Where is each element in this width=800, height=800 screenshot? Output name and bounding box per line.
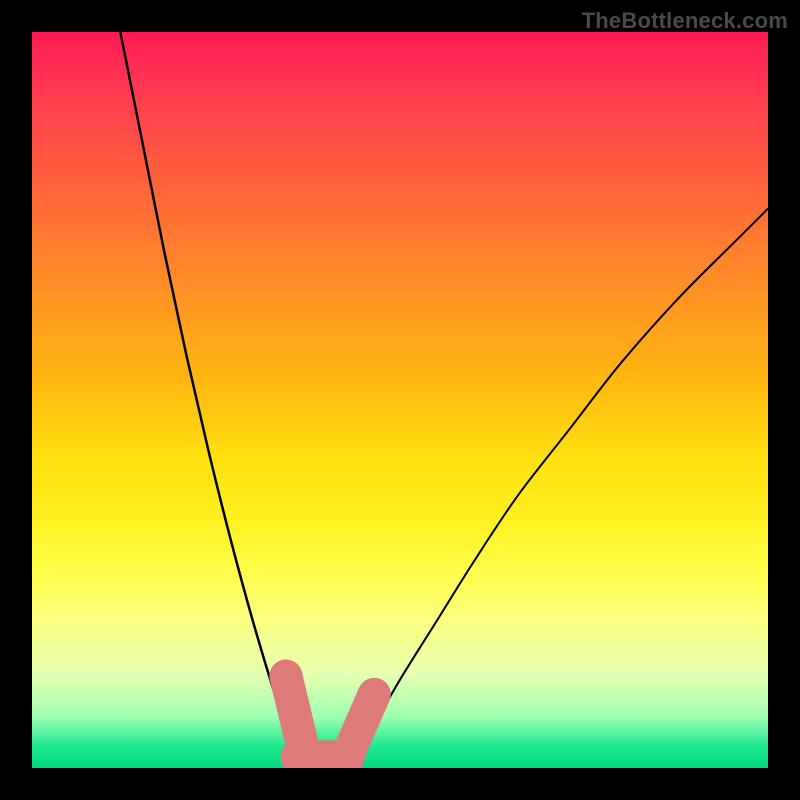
right-curve	[348, 209, 768, 768]
chart-frame: TheBottleneck.com	[0, 0, 800, 800]
marker-right-cap	[348, 694, 374, 753]
left-curve	[120, 32, 304, 768]
plot-area	[32, 32, 768, 768]
chart-svg	[32, 32, 768, 768]
markers-group	[286, 676, 374, 757]
credit-watermark: TheBottleneck.com	[582, 8, 788, 34]
